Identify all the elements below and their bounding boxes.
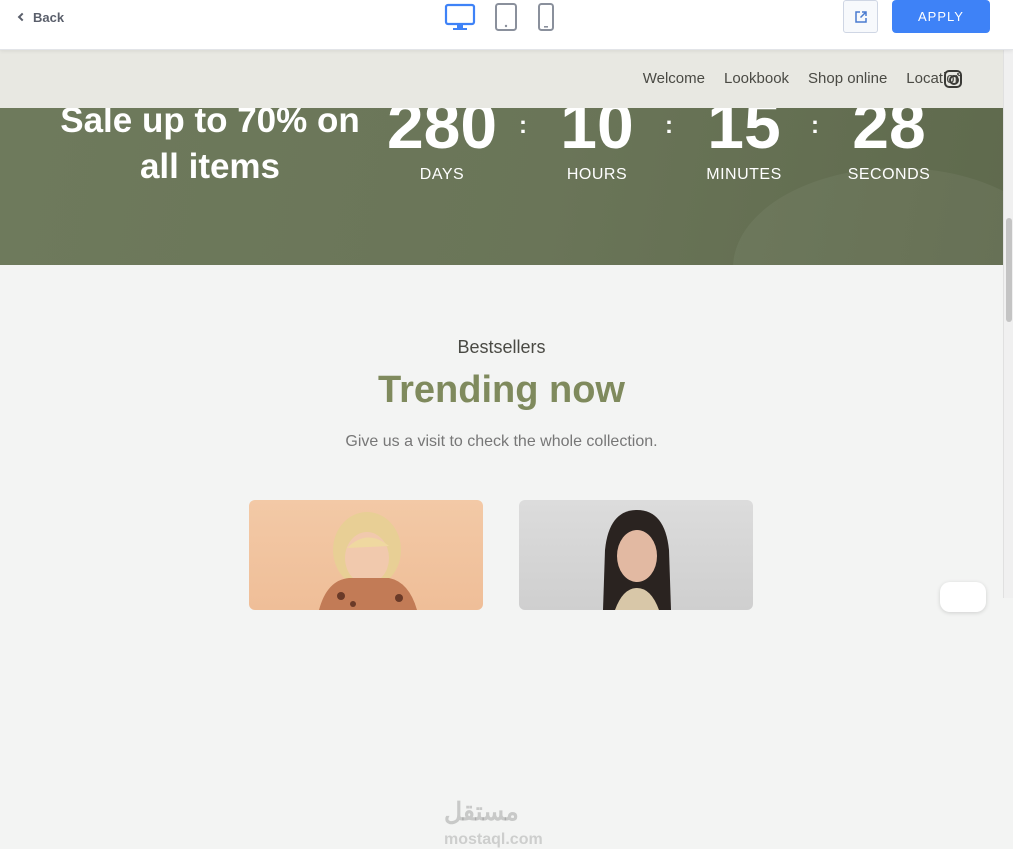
sale-countdown-banner: Sale up to 70% on all items 280 DAYS : 1… bbox=[0, 108, 1003, 265]
countdown-hours: 10 HOURS bbox=[527, 108, 667, 184]
editor-toolbar: Back APPLY bbox=[0, 0, 1013, 50]
section-eyebrow: Bestsellers bbox=[457, 337, 546, 357]
countdown-seconds: 28 SECONDS bbox=[819, 108, 959, 184]
product-card-image[interactable] bbox=[519, 500, 753, 610]
back-label: Back bbox=[33, 9, 65, 25]
instagram-icon[interactable] bbox=[944, 70, 962, 88]
section-subtitle: Give us a visit to check the whole colle… bbox=[345, 433, 658, 450]
nav-link-welcome[interactable]: Welcome bbox=[643, 70, 705, 87]
nav-link-shop-online[interactable]: Shop online bbox=[808, 70, 887, 87]
countdown-separator: : bbox=[811, 112, 819, 139]
countdown-minutes-value: 15 bbox=[707, 108, 781, 162]
section-title: Trending now bbox=[378, 369, 625, 411]
chevron-left-icon bbox=[17, 12, 27, 22]
sale-heading: Sale up to 70% on all items bbox=[60, 108, 360, 186]
model-photo bbox=[603, 510, 671, 610]
nav-links: Welcome Lookbook Shop online Location bbox=[643, 70, 963, 87]
countdown-minutes-label: MINUTES bbox=[706, 166, 782, 183]
chat-widget-button[interactable] bbox=[940, 582, 986, 612]
countdown-hours-label: HOURS bbox=[566, 166, 628, 183]
countdown-days: 280 DAYS bbox=[372, 108, 512, 184]
device-switcher bbox=[444, 0, 556, 34]
nav-link-lookbook[interactable]: Lookbook bbox=[724, 70, 789, 87]
tablet-icon[interactable] bbox=[494, 2, 518, 32]
bestsellers-section: Bestsellers Trending now Give us a visit… bbox=[0, 265, 1003, 848]
watermark-latin: mostaql.com bbox=[444, 831, 543, 848]
site-navbar: Welcome Lookbook Shop online Location bbox=[0, 50, 1003, 108]
countdown-days-value: 280 bbox=[386, 108, 498, 162]
watermark-arabic: مستقل bbox=[444, 798, 519, 826]
external-link-icon bbox=[854, 10, 867, 23]
countdown-separator: : bbox=[665, 112, 673, 139]
countdown-hours-value: 10 bbox=[560, 108, 634, 162]
countdown-seconds-label: SECONDS bbox=[847, 166, 931, 183]
countdown-seconds-value: 28 bbox=[852, 108, 926, 162]
desktop-icon[interactable] bbox=[444, 3, 476, 31]
back-button[interactable]: Back bbox=[16, 8, 64, 26]
countdown-minutes: 15 MINUTES bbox=[674, 108, 814, 184]
product-card-image[interactable] bbox=[249, 500, 483, 610]
apply-button[interactable]: APPLY bbox=[892, 0, 990, 33]
mobile-icon[interactable] bbox=[536, 2, 556, 32]
model-photo bbox=[319, 512, 417, 610]
countdown-separator: : bbox=[519, 112, 527, 139]
page-scrollbar[interactable] bbox=[1003, 50, 1013, 598]
scrollbar-thumb[interactable] bbox=[1006, 218, 1012, 322]
open-external-button[interactable] bbox=[843, 0, 878, 33]
